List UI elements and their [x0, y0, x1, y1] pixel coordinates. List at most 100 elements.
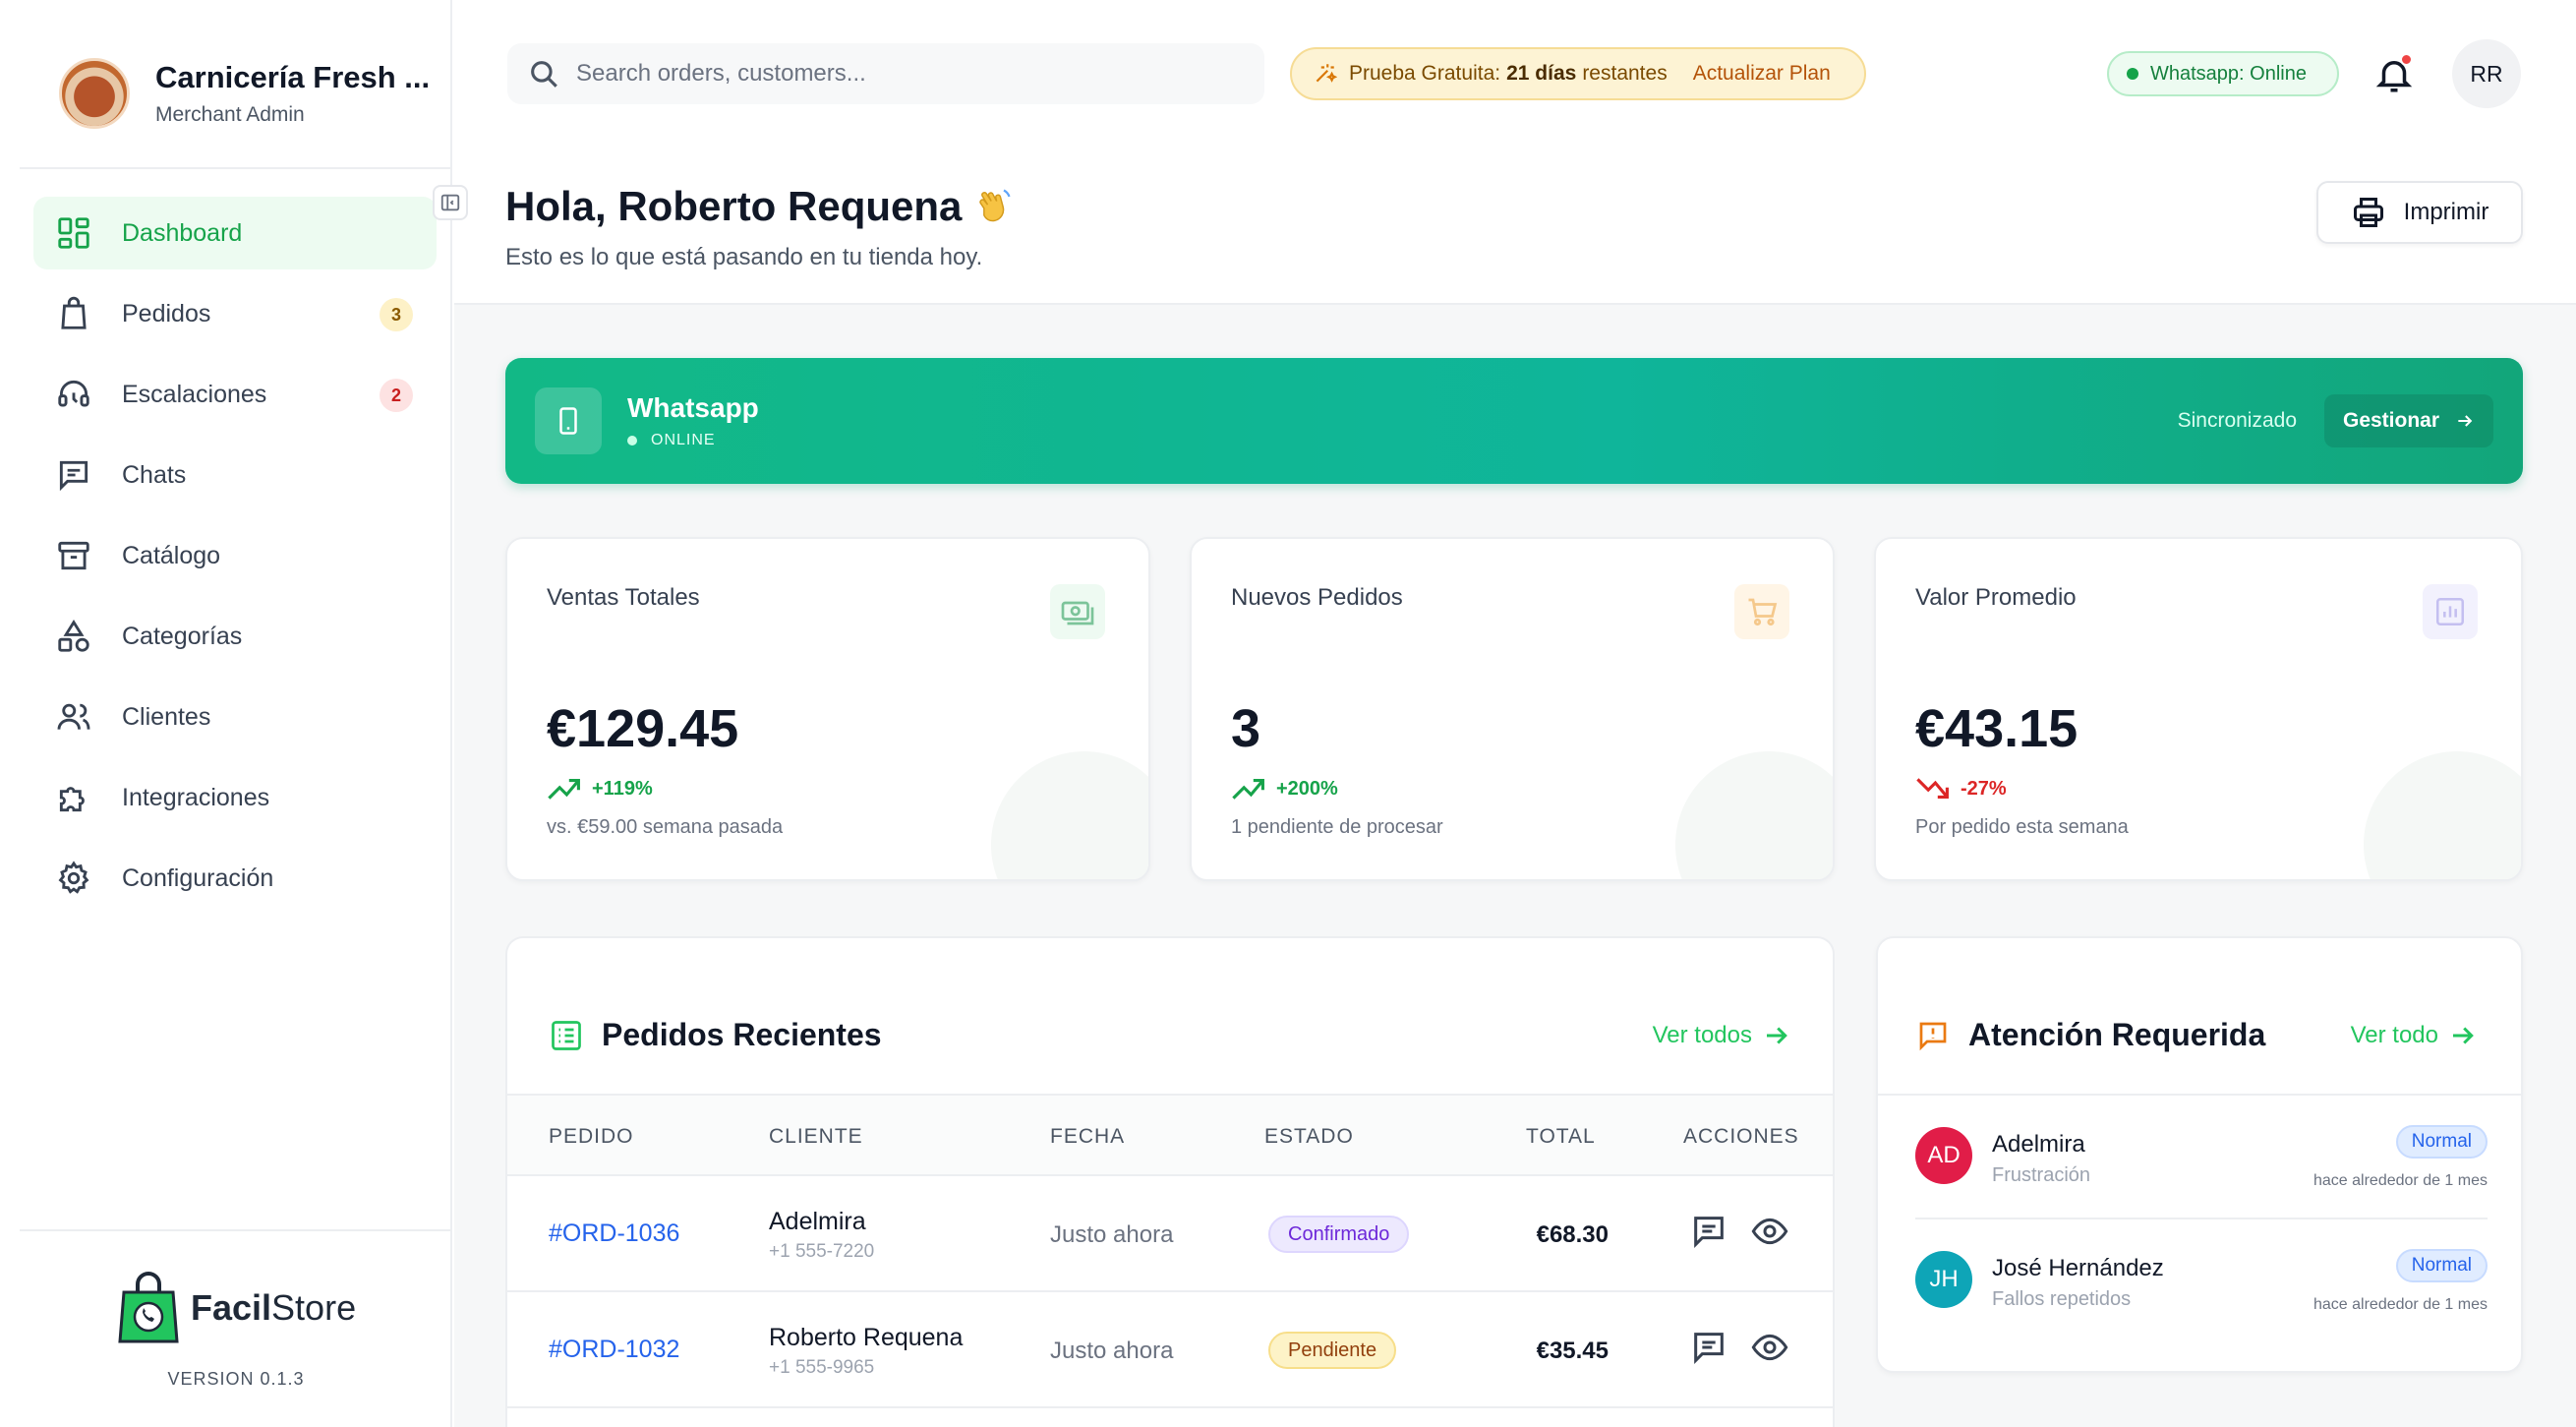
- stat-change-value: +200%: [1276, 777, 1338, 800]
- whatsapp-banner: Whatsapp ONLINE Sincronizado Gestionar: [505, 358, 2523, 484]
- store-name: Carnicería Fresh ...: [155, 60, 431, 94]
- stat-note: 1 pendiente de procesar: [1231, 816, 1443, 838]
- shopping-bag-icon: [61, 296, 87, 329]
- online-dot: [2127, 68, 2138, 80]
- whatsapp-status-badge[interactable]: Whatsapp: Online: [2107, 51, 2339, 96]
- order-id-link[interactable]: #ORD-1032: [549, 1336, 679, 1364]
- order-date: Justo ahora: [1050, 1221, 1174, 1248]
- see-all-label: Ver todo: [2350, 1022, 2438, 1048]
- attention-title: Atención Requerida: [1968, 1017, 2266, 1052]
- dashboard-icon: [58, 217, 89, 249]
- trial-suffix: restantes: [1582, 62, 1668, 85]
- sidebar: Carnicería Fresh ... Merchant Admin Dash…: [0, 0, 452, 1427]
- arrow-right-icon: [2453, 1027, 2474, 1044]
- manage-whatsapp-button[interactable]: Gestionar: [2324, 394, 2493, 447]
- shopping-bag-logo-icon: [118, 1272, 179, 1343]
- message-icon[interactable]: [1689, 1212, 1728, 1251]
- sidebar-item-pedidos[interactable]: Pedidos 3: [33, 277, 437, 350]
- print-label: Imprimir: [2403, 199, 2489, 225]
- escalations-count-badge: 2: [380, 379, 413, 412]
- stat-change: +119%: [547, 775, 653, 803]
- status-badge: Confirmado: [1268, 1216, 1410, 1253]
- search-icon: [531, 61, 557, 88]
- greeting-title: Hola, Roberto Requena: [505, 183, 963, 229]
- message-icon[interactable]: [1689, 1328, 1728, 1367]
- column-header-total: TOTAL: [1526, 1125, 1596, 1148]
- stat-change-value: +119%: [592, 777, 653, 800]
- sidebar-item-integraciones[interactable]: Integraciones: [33, 761, 437, 834]
- brand-light: Store: [271, 1287, 357, 1328]
- cart-icon: [1748, 598, 1778, 626]
- sidebar-item-chats[interactable]: Chats: [33, 439, 437, 511]
- chat-icon: [59, 460, 88, 492]
- status-badge: Pendiente: [1268, 1332, 1397, 1369]
- user-avatar[interactable]: RR: [2452, 39, 2521, 108]
- stat-label: Valor Promedio: [1915, 584, 2077, 611]
- avatar: JH: [1915, 1251, 1972, 1308]
- whatsapp-banner-title: Whatsapp: [627, 392, 759, 423]
- order-total: €68.30: [1536, 1221, 1609, 1248]
- sidebar-item-dashboard[interactable]: Dashboard: [33, 197, 437, 269]
- eye-icon[interactable]: [1750, 1212, 1789, 1251]
- see-all-attention-link[interactable]: Ver todo: [2351, 1021, 2478, 1050]
- users-icon: [57, 703, 90, 730]
- sidebar-item-clientes[interactable]: Clientes: [33, 681, 437, 753]
- stat-change: -27%: [1915, 775, 2007, 803]
- column-header-order: PEDIDO: [549, 1125, 634, 1148]
- collapse-sidebar-button[interactable]: [433, 185, 468, 220]
- search-input[interactable]: [576, 60, 1205, 88]
- trial-prefix: Prueba Gratuita:: [1349, 62, 1501, 85]
- attention-customer-name: José Hernández: [1992, 1255, 2164, 1281]
- priority-badge: Normal: [2395, 1125, 2488, 1159]
- sidebar-item-configuracion[interactable]: Configuración: [33, 842, 437, 915]
- arrow-right-icon: [2458, 415, 2473, 427]
- print-button[interactable]: Imprimir: [2316, 181, 2523, 244]
- stat-note: Por pedido esta semana: [1915, 816, 2129, 838]
- shapes-icon: [58, 620, 89, 652]
- decorative-circle: [991, 751, 1148, 879]
- attention-reason: Fallos repetidos: [1992, 1288, 2132, 1310]
- recent-orders-title: Pedidos Recientes: [602, 1017, 882, 1052]
- notifications-button[interactable]: [2373, 53, 2415, 96]
- order-id-link[interactable]: #ORD-1036: [549, 1219, 679, 1248]
- store-brand[interactable]: Carnicería Fresh ... Merchant Admin: [20, 20, 452, 169]
- stat-note: vs. €59.00 semana pasada: [547, 816, 784, 838]
- orders-table: PEDIDO CLIENTE FECHA ESTADO TOTAL ACCION…: [507, 1094, 1833, 1408]
- store-role: Merchant Admin: [155, 103, 305, 126]
- facilstore-logo: FacilStore: [118, 1271, 356, 1345]
- sidebar-item-escalaciones[interactable]: Escalaciones 2: [33, 358, 437, 431]
- sidebar-footer: FacilStore VERSION 0.1.3: [20, 1229, 452, 1427]
- sparkles-icon: [1316, 64, 1337, 83]
- archive-icon: [58, 541, 89, 570]
- stat-card-new-orders: Nuevos Pedidos 3 +200% 1 pendiente de pr…: [1190, 537, 1835, 881]
- trial-days: 21 días: [1506, 62, 1577, 85]
- arrow-right-icon: [1767, 1027, 1787, 1044]
- attention-header: Atención Requerida: [1915, 1017, 2265, 1053]
- sidebar-item-categorias[interactable]: Categorías: [33, 600, 437, 673]
- puzzle-icon: [59, 787, 85, 812]
- search-bar[interactable]: [507, 43, 1264, 104]
- sidebar-item-label: Pedidos: [122, 299, 211, 327]
- alert-message-icon: [1919, 1022, 1947, 1050]
- sidebar-item-catalogo[interactable]: Catálogo: [33, 519, 437, 592]
- avatar: AD: [1915, 1127, 1972, 1184]
- page-title: Hola, Roberto Requena: [505, 183, 1015, 230]
- stat-icon-tile: [2423, 584, 2478, 639]
- stat-value: €43.15: [1915, 699, 2078, 758]
- upgrade-plan-link[interactable]: Actualizar Plan: [1693, 62, 1831, 86]
- eye-icon[interactable]: [1750, 1328, 1789, 1367]
- phone-tile: [535, 387, 602, 454]
- stat-card-total-sales: Ventas Totales €129.45 +119% vs. €59.00 …: [505, 537, 1150, 881]
- greeting-subtitle: Esto es lo que está pasando en tu tienda…: [505, 244, 983, 270]
- waving-hand-icon: [979, 185, 1015, 222]
- sidebar-item-label: Escalaciones: [122, 380, 267, 408]
- attention-item[interactable]: AD Adelmira Frustración Normal hace alre…: [1915, 1096, 2488, 1219]
- attention-item[interactable]: JH José Hernández Fallos repetidos Norma…: [1915, 1219, 2488, 1343]
- trial-banner: Prueba Gratuita: 21 días restantes Actua…: [1290, 47, 1866, 100]
- trending-down-icon: [1916, 778, 1949, 799]
- priority-badge: Normal: [2395, 1249, 2488, 1282]
- table-row: #ORD-1036 Adelmira +1 555-7220 Justo aho…: [507, 1176, 1833, 1292]
- stat-card-average-value: Valor Promedio €43.15 -27% Por pedido es…: [1874, 537, 2523, 881]
- sidebar-collapse-icon: [440, 194, 460, 211]
- see-all-orders-link[interactable]: Ver todos: [1653, 1021, 1791, 1050]
